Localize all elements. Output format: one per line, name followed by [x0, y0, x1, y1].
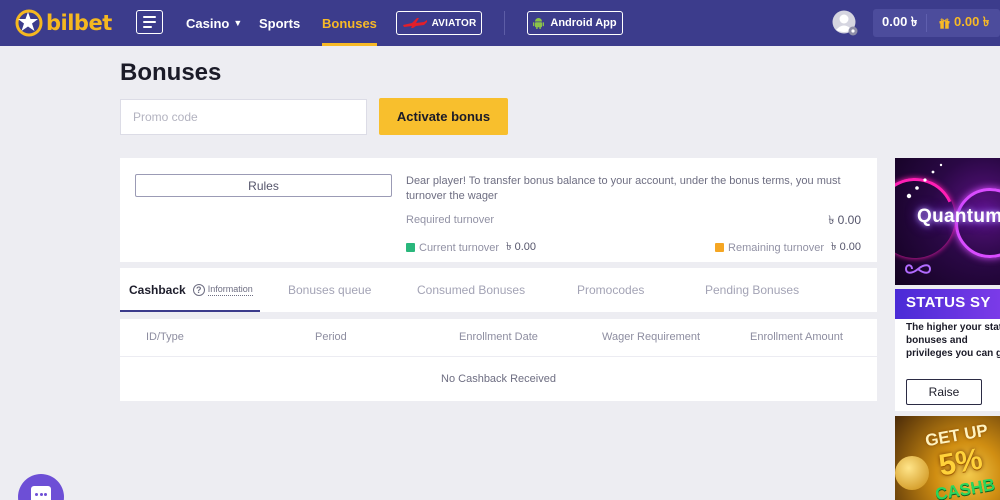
remaining-turnover-value: ৳ 0.00: [831, 241, 861, 253]
activate-bonus-button[interactable]: Activate bonus: [379, 98, 508, 135]
bonus-balance-value: 0.00 ৳: [954, 13, 990, 29]
android-app-label: Android App: [550, 17, 617, 29]
remaining-turnover-label: Remaining turnover: [728, 241, 825, 254]
bilbet-star-logo-icon: [15, 9, 43, 37]
main-balance: 0.00 ৳: [882, 13, 918, 29]
tab-cashback-label: Cashback: [129, 283, 186, 297]
column-header-period: Period: [315, 331, 347, 343]
android-icon: [533, 18, 545, 29]
chat-button[interactable]: [18, 474, 64, 500]
remaining-turnover: Remaining turnover ৳ 0.00: [715, 238, 861, 257]
table-divider: [120, 356, 877, 357]
information-link[interactable]: Information: [207, 284, 253, 296]
top-navbar: bilbet Casino ▼ Sports Bonuses AVIATOR A…: [0, 0, 1000, 46]
promo-code-input[interactable]: [120, 99, 367, 135]
tab-cashback[interactable]: Cashback ? Information: [120, 268, 260, 312]
status-banner-title: STATUS SY: [906, 294, 991, 311]
logo-text: bilbet: [46, 11, 112, 35]
header-divider: [504, 11, 505, 35]
caret-down-icon: ▼: [233, 18, 243, 28]
raise-button[interactable]: Raise: [906, 379, 982, 405]
chat-bubble-icon: [31, 486, 51, 500]
nav-casino-label: Casino: [186, 15, 230, 31]
column-header-wager-requirement: Wager Requirement: [602, 331, 701, 343]
required-turnover-value: ৳ 0.00: [828, 213, 861, 227]
nav-sports[interactable]: Sports: [259, 0, 300, 46]
hamburger-menu-icon[interactable]: [136, 10, 163, 34]
column-header-id-type: ID/Type: [146, 331, 184, 343]
current-turnover-label: Current turnover: [419, 241, 500, 254]
column-header-enrollment-amount: Enrollment Amount: [750, 331, 843, 343]
green-legend-square: [406, 243, 415, 252]
current-turnover-value: ৳ 0.00: [506, 241, 537, 253]
quantum-banner-title: Quantum: [917, 206, 1000, 227]
bonus-rules-card: Rules Dear player! To transfer bonus bal…: [120, 158, 877, 262]
nav-casino[interactable]: Casino ▼: [186, 0, 242, 46]
cashback-table: ID/Type Period Enrollment Date Wager Req…: [120, 319, 877, 401]
aviator-label: AVIATOR: [431, 17, 477, 29]
status-system-banner[interactable]: STATUS SY The higher your status bonuses…: [895, 289, 1000, 411]
nav-bonuses[interactable]: Bonuses: [322, 0, 377, 46]
bonus-balance[interactable]: 0.00 ৳: [939, 9, 989, 37]
current-turnover: Current turnover ৳ 0.00: [406, 238, 536, 257]
info-circle-icon[interactable]: ?: [192, 284, 205, 296]
orange-legend-square: [715, 243, 725, 252]
status-banner-header: STATUS SY: [895, 289, 1000, 319]
gold-coin-decoration: [895, 456, 929, 490]
tab-consumed-bonuses[interactable]: Consumed Bonuses: [417, 268, 525, 312]
tab-bonuses-queue[interactable]: Bonuses queue: [288, 268, 371, 312]
required-turnover-label: Required turnover: [406, 214, 495, 226]
user-avatar-icon[interactable]: [832, 10, 858, 36]
column-header-enrollment-date: Enrollment Date: [459, 331, 538, 343]
cashback-promo-banner[interactable]: GET UP 5% CASHB: [895, 416, 1000, 500]
page-title: Bonuses: [120, 59, 222, 86]
balance-divider: [926, 14, 927, 32]
status-banner-text: The higher your status bonuses and privi…: [906, 322, 1000, 359]
balance-box[interactable]: 0.00 ৳ 0.00 ৳: [873, 9, 1000, 37]
tab-promocodes[interactable]: Promocodes: [577, 268, 644, 312]
android-app-button[interactable]: Android App: [527, 11, 623, 35]
bilbet-logo[interactable]: bilbet: [14, 8, 112, 38]
rules-button[interactable]: Rules: [135, 174, 392, 197]
tab-pending-bonuses[interactable]: Pending Bonuses: [705, 268, 799, 312]
aviator-button[interactable]: AVIATOR: [396, 11, 482, 35]
quantum-promo-banner[interactable]: Quantum: [895, 158, 1000, 285]
wager-note: Dear player! To transfer bonus balance t…: [406, 175, 841, 202]
infinity-icon: [905, 264, 931, 274]
gift-icon: [939, 18, 950, 29]
bonus-tabs: Cashback ? Information Bonuses queue Con…: [120, 268, 877, 312]
aviator-plane-icon: [402, 18, 427, 28]
empty-table-message: No Cashback Received: [441, 373, 556, 385]
